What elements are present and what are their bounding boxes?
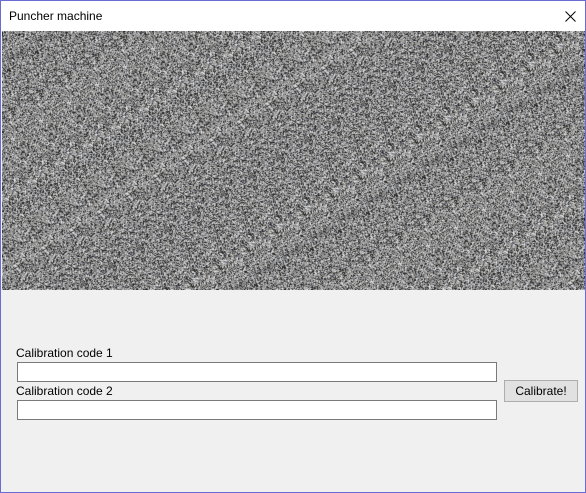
title-bar: Puncher machine	[1, 1, 585, 31]
close-button[interactable]	[555, 1, 585, 31]
calibration-code-2-label: Calibration code 2	[16, 384, 113, 398]
puncher-machine-window: Puncher machine Calibration code 1 Calib…	[0, 0, 586, 493]
calibrate-button[interactable]: Calibrate!	[504, 380, 578, 402]
noise-image	[2, 31, 585, 290]
window-title: Puncher machine	[9, 9, 103, 23]
calibration-code-1-input[interactable]	[17, 362, 497, 382]
close-icon	[564, 10, 576, 22]
calibration-code-2-input[interactable]	[17, 400, 497, 420]
calibration-code-1-label: Calibration code 1	[16, 346, 113, 360]
